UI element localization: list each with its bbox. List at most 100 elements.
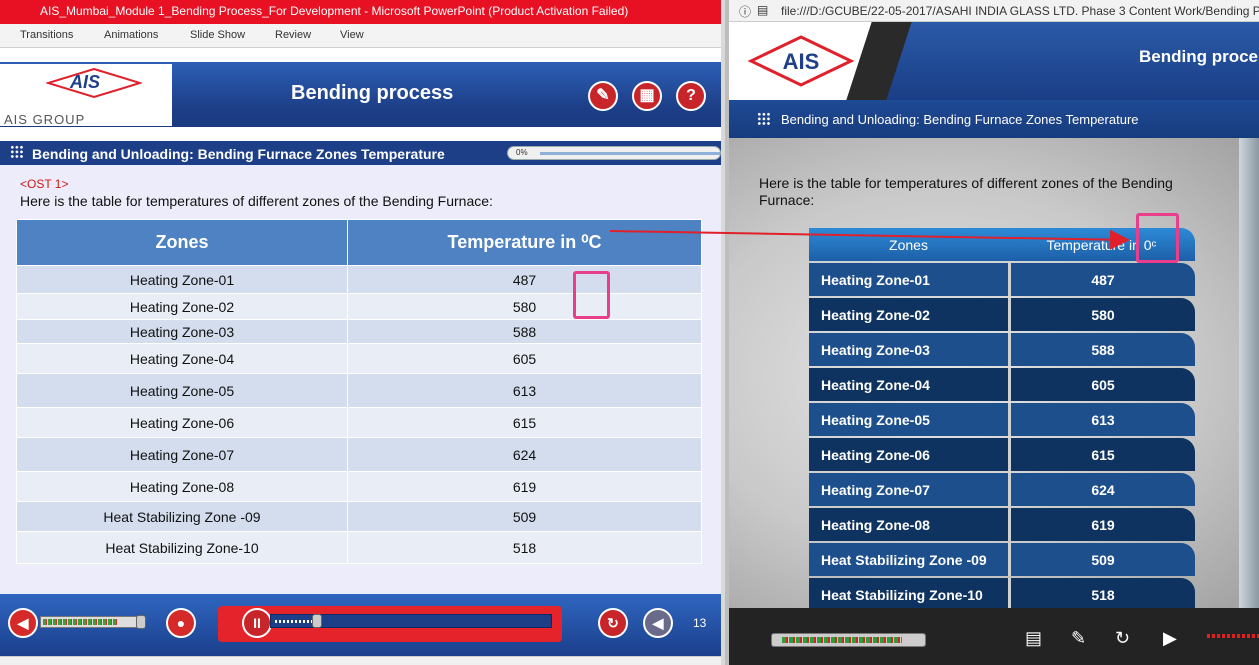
section-header: Bending and Unloading: Bending Furnace Z… — [729, 100, 1259, 138]
table-row: Heat Stabilizing Zone -09 509 — [16, 501, 702, 532]
tab-view[interactable]: View — [340, 29, 364, 41]
table-row: Heating Zone-05 613 — [809, 403, 1195, 436]
temperature-cell: 615 — [1008, 438, 1195, 471]
section-header: Bending and Unloading: Bending Furnace Z… — [0, 141, 721, 165]
zone-cell: Heating Zone-08 — [16, 471, 348, 502]
course-content: Here is the table for temperatures of di… — [729, 138, 1259, 611]
progress-dots — [1207, 634, 1259, 638]
refresh-icon[interactable]: ↻ — [1115, 628, 1130, 649]
ost-tag: <OST 1> — [20, 177, 69, 191]
back-icon[interactable]: ◀ — [643, 608, 673, 638]
slide-title: Bending process — [291, 82, 454, 104]
table-row: Heating Zone-05 613 — [16, 373, 702, 408]
temperature-cell: 588 — [1008, 333, 1195, 366]
table-header-zones: Zones — [809, 228, 1008, 261]
temperature-cell: 509 — [1008, 543, 1195, 576]
speaker-icon[interactable]: ◀ — [8, 608, 38, 638]
table-row: Heating Zone-04 605 — [809, 368, 1195, 401]
table-header-zones: Zones — [16, 219, 348, 266]
table-row: Heating Zone-02 580 — [809, 298, 1195, 331]
slide-header: AIS AIS GROUP Bending process ✎ ▦ ? — [0, 62, 721, 127]
logo-group-text: AIS GROUP — [4, 112, 86, 127]
table-row: Heating Zone-06 615 — [16, 407, 702, 438]
temperature-cell: 580 — [1008, 298, 1195, 331]
chat-icon[interactable]: ● — [166, 608, 196, 638]
table-row: Heating Zone-04 605 — [16, 343, 702, 374]
logo-text: AIS — [783, 49, 820, 74]
section-title: Bending and Unloading: Bending Furnace Z… — [32, 146, 445, 162]
intro-text: Here is the table for temperatures of di… — [759, 175, 1173, 208]
help-icon[interactable]: ? — [676, 81, 706, 111]
zone-cell: Heating Zone-01 — [16, 265, 348, 294]
temperature-cell: 487 — [1008, 263, 1195, 296]
info-icon[interactable]: ⓘ — [739, 3, 751, 20]
progress-label: 0% — [516, 148, 528, 157]
edit-icon[interactable]: ✎ — [1071, 628, 1086, 649]
tab-slide-show[interactable]: Slide Show — [190, 29, 245, 41]
volume-slider[interactable] — [771, 633, 926, 647]
temperature-cell: 613 — [347, 373, 702, 408]
url-text[interactable]: file:///D:/GCUBE/22-05-2017/ASAHI INDIA … — [781, 4, 1259, 18]
zone-cell: Heating Zone-02 — [16, 293, 348, 320]
browser-window: ⓘ ▤ file:///D:/GCUBE/22-05-2017/ASAHI IN… — [725, 0, 1259, 665]
pencil-icon[interactable]: ✎ — [588, 81, 618, 111]
table-row: Heat Stabilizing Zone -09 509 — [809, 543, 1195, 576]
decor-strip — [1239, 138, 1259, 608]
zone-cell: Heating Zone-08 — [809, 508, 1008, 541]
address-bar[interactable]: ⓘ ▤ file:///D:/GCUBE/22-05-2017/ASAHI IN… — [729, 0, 1259, 22]
zone-cell: Heating Zone-07 — [809, 473, 1008, 506]
ribbon: Transitions Animations Slide Show Review… — [0, 24, 721, 48]
table-row: Heating Zone-08 619 — [809, 508, 1195, 541]
temperature-cell: 624 — [347, 437, 702, 472]
intro-text: Here is the table for temperatures of di… — [20, 193, 493, 209]
course-title: Bending proces — [1139, 47, 1259, 66]
temperature-cell: 613 — [1008, 403, 1195, 436]
zone-cell: Heating Zone-03 — [809, 333, 1008, 366]
highlight-box — [573, 271, 610, 319]
table-row: Heating Zone-06 615 — [809, 438, 1195, 471]
table-row: Heating Zone-03 588 — [16, 319, 702, 344]
tab-transitions[interactable]: Transitions — [20, 29, 73, 41]
volume-slider[interactable] — [40, 616, 145, 628]
zone-cell: Heating Zone-03 — [16, 319, 348, 344]
temperature-cell: 580 — [347, 293, 702, 320]
page-number: 13 — [693, 616, 707, 630]
temperature-cell: 518 — [1008, 578, 1195, 611]
temperature-cell: 624 — [1008, 473, 1195, 506]
temperature-cell: 518 — [347, 531, 702, 564]
zone-cell: Heat Stabilizing Zone -09 — [16, 501, 348, 532]
table-header-temperature: Temperature in ⁰C — [347, 219, 702, 266]
pause-icon[interactable]: II — [242, 608, 272, 638]
zone-cell: Heating Zone-04 — [809, 368, 1008, 401]
volume-knob[interactable] — [136, 615, 146, 629]
tab-animations[interactable]: Animations — [104, 29, 158, 41]
window-title: AIS_Mumbai_Module 1_Bending Process_For … — [0, 0, 721, 24]
tab-review[interactable]: Review — [275, 29, 311, 41]
zone-cell: Heating Zone-06 — [16, 407, 348, 438]
status-bar — [0, 656, 721, 665]
temperature-cell: 588 — [347, 319, 702, 344]
replay-icon[interactable]: ↻ — [598, 608, 628, 638]
notes-icon[interactable]: ▤ — [1025, 628, 1042, 649]
zone-cell: Heat Stabilizing Zone-10 — [16, 531, 348, 564]
progress-bar: 0% — [507, 146, 721, 160]
section-title: Bending and Unloading: Bending Furnace Z… — [781, 112, 1139, 127]
table-row: Heat Stabilizing Zone-10 518 — [16, 531, 702, 564]
zone-cell: Heating Zone-06 — [809, 438, 1008, 471]
player-controls: ▤ ✎ ↻ ▶ — [729, 608, 1259, 665]
calculator-icon[interactable]: ▦ — [632, 81, 662, 111]
table-row: Heating Zone-03 588 — [809, 333, 1195, 366]
temperature-table: Zones Temperature in 0ᶜ Heating Zone-01 4… — [809, 226, 1195, 613]
course-header: AIS Bending proces — [729, 22, 1259, 100]
zone-cell: Heating Zone-01 — [809, 263, 1008, 296]
ais-logo: AIS AIS GROUP — [0, 64, 172, 127]
seek-knob[interactable] — [312, 614, 322, 628]
slide: AIS AIS GROUP Bending process ✎ ▦ ? Bend… — [0, 62, 721, 656]
zone-cell: Heating Zone-04 — [16, 343, 348, 374]
temperature-cell: 619 — [347, 471, 702, 502]
temperature-cell: 509 — [347, 501, 702, 532]
grid-icon — [757, 112, 771, 126]
play-icon[interactable]: ▶ — [1163, 628, 1177, 649]
temperature-cell: 487 — [347, 265, 702, 294]
slide-content: <OST 1> Here is the table for temperatur… — [0, 165, 721, 594]
